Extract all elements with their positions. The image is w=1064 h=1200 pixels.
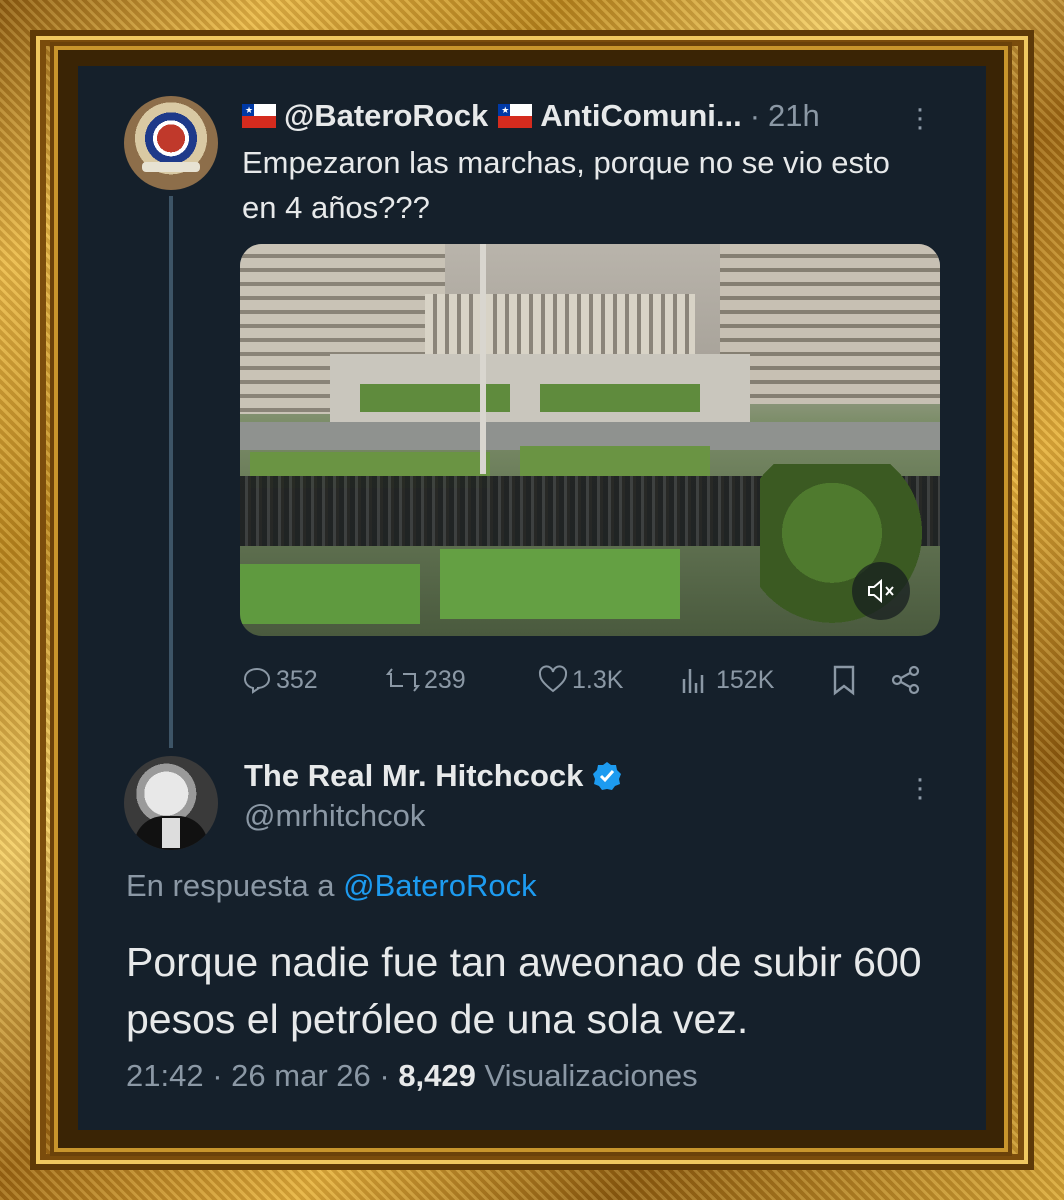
lawn (540, 384, 700, 412)
footer-separator: · (212, 1058, 223, 1093)
share-button[interactable] (890, 658, 926, 702)
reply-date[interactable]: 26 mar 26 (231, 1058, 371, 1093)
bookmark-button[interactable] (830, 658, 862, 702)
more-options-icon[interactable]: · · · (910, 764, 930, 812)
reply-author-name[interactable]: The Real Mr. Hitchcock (244, 758, 583, 794)
avatar[interactable] (124, 96, 218, 190)
like-count: 1.3K (572, 665, 624, 694)
reply-time[interactable]: 21:42 (126, 1058, 204, 1093)
verified-badge-icon (593, 762, 622, 790)
like-button[interactable]: 1.3K (538, 658, 623, 702)
in-reply-to: En respuesta a @BateroRock (126, 868, 537, 904)
palace-building (425, 294, 695, 354)
volume-mute-icon[interactable] (852, 562, 910, 620)
views-button[interactable]: 152K (680, 658, 774, 702)
tweet-actions: 352 239 1.3K 152K (242, 658, 932, 702)
tweet-text: Empezaron las marchas, porque no se vio … (242, 145, 890, 225)
reply-author: The Real Mr. Hitchcock (244, 756, 623, 796)
share-icon (891, 665, 920, 695)
chile-flag-icon: ★ (498, 104, 533, 128)
author-name[interactable]: AntiComuni... (540, 98, 741, 134)
lawn (520, 446, 710, 476)
chile-flag-icon: ★ (242, 104, 276, 128)
bookmark-icon (833, 665, 855, 696)
analytics-icon (682, 669, 704, 693)
lawn (440, 549, 680, 619)
author-handle[interactable]: @BateroRock (284, 98, 488, 134)
building-right (720, 244, 940, 404)
retweet-button[interactable]: 239 (386, 658, 466, 702)
tweet-separator: · (749, 98, 761, 133)
reply-icon (243, 667, 271, 694)
flag-pole (480, 244, 486, 474)
more-options-icon[interactable]: · · · (910, 94, 930, 142)
tweet-video[interactable] (240, 244, 940, 636)
heart-icon (538, 665, 568, 693)
trees (760, 464, 940, 636)
view-count: 152K (716, 665, 775, 694)
reply-text: Porque nadie fue tan aweonao de subir 60… (126, 939, 922, 1042)
lawn (240, 564, 420, 624)
retweet-icon (386, 668, 420, 692)
avatar[interactable] (124, 756, 218, 850)
reply-button[interactable]: 352 (242, 658, 318, 702)
lawn (360, 384, 510, 412)
reply-view-count: 8,429 (398, 1058, 476, 1093)
tweet-header: ★ @BateroRock ★ AntiComuni... · 21h (242, 96, 820, 136)
thread-connector-line (169, 196, 173, 748)
reply-footer: 21:42 · 26 mar 26 · 8,429 Visualizacione… (126, 1058, 698, 1094)
in-reply-prefix: En respuesta a (126, 868, 335, 903)
footer-separator: · (379, 1058, 390, 1093)
reply-author-handle[interactable]: @mrhitchcok (244, 798, 425, 834)
tweet-time[interactable]: 21h (768, 98, 820, 134)
in-reply-handle-link[interactable]: @BateroRock (343, 868, 536, 903)
reply-views-label: Visualizaciones (484, 1058, 698, 1093)
reply-count: 352 (276, 665, 318, 694)
retweet-count: 239 (424, 665, 466, 694)
tweet-screenshot: ★ @BateroRock ★ AntiComuni... · 21h · · · … (78, 66, 986, 1130)
